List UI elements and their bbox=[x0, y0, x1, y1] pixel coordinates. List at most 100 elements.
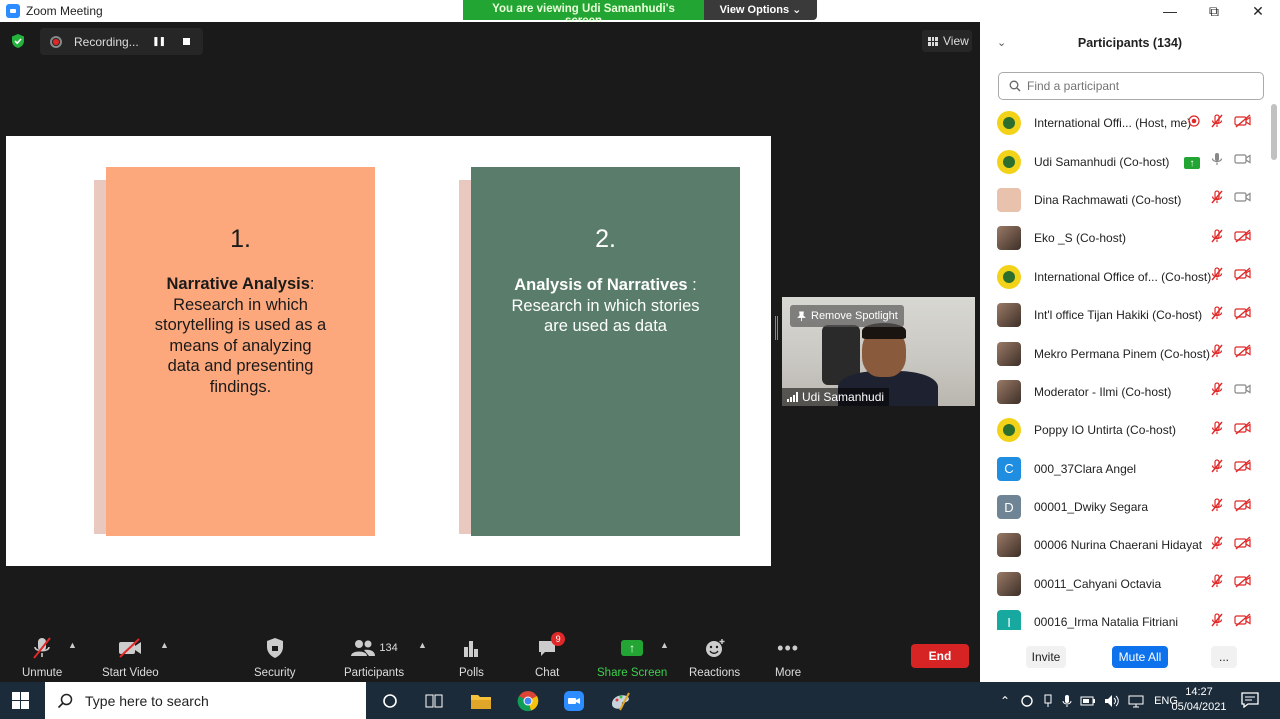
tray-overflow-icon[interactable]: ⌃ bbox=[1000, 694, 1010, 708]
volume-icon[interactable] bbox=[1104, 694, 1120, 708]
security-button[interactable]: Security bbox=[254, 636, 296, 679]
video-off-icon[interactable] bbox=[1234, 498, 1252, 517]
mic-muted-icon[interactable] bbox=[1210, 382, 1224, 401]
video-off-icon[interactable] bbox=[1234, 459, 1252, 478]
pause-recording-icon[interactable]: ❚❚ bbox=[152, 36, 166, 47]
participant-row[interactable]: 00006 Nurina Chaerani Hidayat bbox=[980, 526, 1270, 564]
video-off-icon[interactable] bbox=[1234, 613, 1252, 630]
zoom-taskbar-icon[interactable] bbox=[563, 690, 585, 712]
file-explorer-icon[interactable] bbox=[470, 690, 492, 712]
video-off-icon[interactable] bbox=[1234, 574, 1252, 593]
windows-start-icon[interactable] bbox=[12, 692, 29, 709]
chrome-icon[interactable] bbox=[517, 690, 539, 712]
participant-row[interactable]: Udi Samanhudi (Co-host) ↑ bbox=[980, 142, 1270, 180]
spotlight-video[interactable]: Remove Spotlight Udi Samanhudi bbox=[782, 297, 975, 406]
close-icon[interactable]: ✕ bbox=[1236, 3, 1280, 20]
participant-row[interactable]: Dina Rachmawati (Co-host) bbox=[980, 181, 1270, 219]
mic-muted-icon[interactable] bbox=[1210, 344, 1224, 363]
card1-text: Narrative Analysis: Research in which st… bbox=[153, 274, 328, 397]
participant-status-icons bbox=[1210, 421, 1252, 440]
video-off-icon[interactable] bbox=[1234, 229, 1252, 248]
network-icon[interactable] bbox=[1128, 694, 1144, 708]
mic-muted-icon[interactable] bbox=[1210, 190, 1224, 209]
unmute-button[interactable]: Unmute bbox=[22, 636, 62, 679]
battery-icon[interactable] bbox=[1080, 695, 1096, 707]
mic-muted-icon[interactable] bbox=[1210, 421, 1224, 440]
participant-row[interactable]: Eko _S (Co-host) bbox=[980, 219, 1270, 257]
participant-row[interactable]: Moderator - Ilmi (Co-host) bbox=[980, 373, 1270, 411]
stop-recording-icon[interactable] bbox=[183, 38, 191, 45]
more-button[interactable]: ••• More bbox=[775, 636, 801, 680]
notification-center-icon[interactable] bbox=[1241, 692, 1259, 708]
mic-muted-icon[interactable] bbox=[1210, 497, 1224, 517]
end-meeting-button[interactable]: End bbox=[911, 644, 969, 668]
mic-muted-icon[interactable] bbox=[1210, 306, 1224, 325]
video-off-icon[interactable] bbox=[1234, 421, 1252, 440]
participant-row[interactable]: International Offi... (Host, me) bbox=[980, 104, 1270, 142]
view-button[interactable]: View bbox=[922, 30, 972, 52]
participant-row[interactable]: D 00001_Dwiky Segara bbox=[980, 488, 1270, 526]
video-on-icon[interactable] bbox=[1234, 382, 1252, 401]
mic-muted-icon[interactable] bbox=[1210, 536, 1224, 555]
mic-on-icon[interactable] bbox=[1210, 152, 1224, 171]
task-view-icon[interactable] bbox=[423, 690, 445, 712]
tray-app-icon[interactable] bbox=[1020, 694, 1034, 708]
mic-muted-icon[interactable] bbox=[1210, 574, 1224, 593]
minimize-icon[interactable]: — bbox=[1148, 3, 1192, 19]
invite-button[interactable]: Invite bbox=[1026, 646, 1066, 668]
participant-row[interactable]: 00011_Cahyani Octavia bbox=[980, 565, 1270, 603]
collapse-chevron-icon[interactable]: ⌄ bbox=[997, 36, 1006, 49]
taskbar-clock[interactable]: 14:27 05/04/2021 bbox=[1170, 685, 1228, 715]
participants-count: 134 bbox=[379, 642, 398, 654]
video-options-caret-icon[interactable]: ▲ bbox=[160, 640, 169, 650]
participant-row[interactable]: C 000_37Clara Angel bbox=[980, 450, 1270, 488]
view-options-button[interactable]: View Options ⌄ bbox=[704, 0, 817, 20]
video-off-icon[interactable] bbox=[1234, 114, 1252, 133]
search-icon bbox=[1009, 80, 1021, 92]
participant-row[interactable]: International Office of... (Co-host) bbox=[980, 258, 1270, 296]
participant-search[interactable] bbox=[998, 72, 1264, 100]
reactions-label: Reactions bbox=[689, 667, 741, 679]
share-screen-button[interactable]: ↑ Share Screen bbox=[597, 636, 667, 679]
panel-more-button[interactable]: ... bbox=[1211, 646, 1237, 668]
remove-spotlight-button[interactable]: Remove Spotlight bbox=[790, 305, 904, 327]
share-options-caret-icon[interactable]: ▲ bbox=[660, 640, 669, 650]
restore-icon[interactable]: ⧉ bbox=[1192, 3, 1236, 20]
participant-row[interactable]: Mekro Permana Pinem (Co-host) bbox=[980, 334, 1270, 372]
reactions-button[interactable]: Reactions bbox=[689, 636, 740, 679]
paint-app-icon[interactable] bbox=[609, 690, 631, 712]
tray-usb-icon[interactable] bbox=[1042, 694, 1054, 708]
chat-button[interactable]: 9 Chat bbox=[535, 632, 566, 679]
window-title: Zoom Meeting bbox=[26, 4, 103, 18]
participant-row[interactable]: Int'l office Tijan Hakiki (Co-host) bbox=[980, 296, 1270, 334]
mic-muted-icon[interactable] bbox=[1210, 114, 1224, 133]
mic-muted-icon[interactable] bbox=[1210, 459, 1224, 478]
participant-search-input[interactable] bbox=[1027, 79, 1247, 93]
participant-row[interactable]: I 00016_Irma Natalia Fitriani bbox=[980, 603, 1270, 630]
mic-muted-icon[interactable] bbox=[1210, 229, 1224, 248]
mic-muted-icon[interactable] bbox=[1210, 613, 1224, 630]
video-on-icon[interactable] bbox=[1234, 190, 1252, 209]
video-off-icon[interactable] bbox=[1234, 267, 1252, 286]
taskbar-search[interactable]: Type here to search bbox=[45, 682, 366, 719]
split-divider-handle[interactable] bbox=[775, 316, 778, 340]
video-off-icon[interactable] bbox=[1234, 344, 1252, 363]
audio-options-caret-icon[interactable]: ▲ bbox=[68, 640, 77, 650]
mic-muted-icon[interactable] bbox=[1210, 267, 1224, 286]
video-off-icon[interactable] bbox=[1234, 306, 1252, 325]
participant-status-icons bbox=[1210, 574, 1252, 593]
video-on-icon[interactable] bbox=[1234, 152, 1252, 171]
mute-all-button[interactable]: Mute All bbox=[1112, 646, 1168, 668]
cortana-icon[interactable] bbox=[379, 690, 401, 712]
participant-row[interactable]: Poppy IO Untirta (Co-host) bbox=[980, 411, 1270, 449]
participants-caret-icon[interactable]: ▲ bbox=[418, 640, 427, 650]
start-video-button[interactable]: Start Video bbox=[102, 636, 159, 679]
participant-list-scrollbar[interactable] bbox=[1271, 104, 1277, 160]
participants-button[interactable]: 134 Participants bbox=[344, 636, 404, 679]
video-participant-name: Udi Samanhudi bbox=[802, 390, 885, 404]
shield-icon[interactable] bbox=[10, 33, 26, 49]
polls-button[interactable]: Polls bbox=[459, 636, 484, 679]
participant-status-icons bbox=[1210, 306, 1252, 325]
video-off-icon[interactable] bbox=[1234, 536, 1252, 555]
tray-mic-icon[interactable] bbox=[1062, 694, 1072, 708]
